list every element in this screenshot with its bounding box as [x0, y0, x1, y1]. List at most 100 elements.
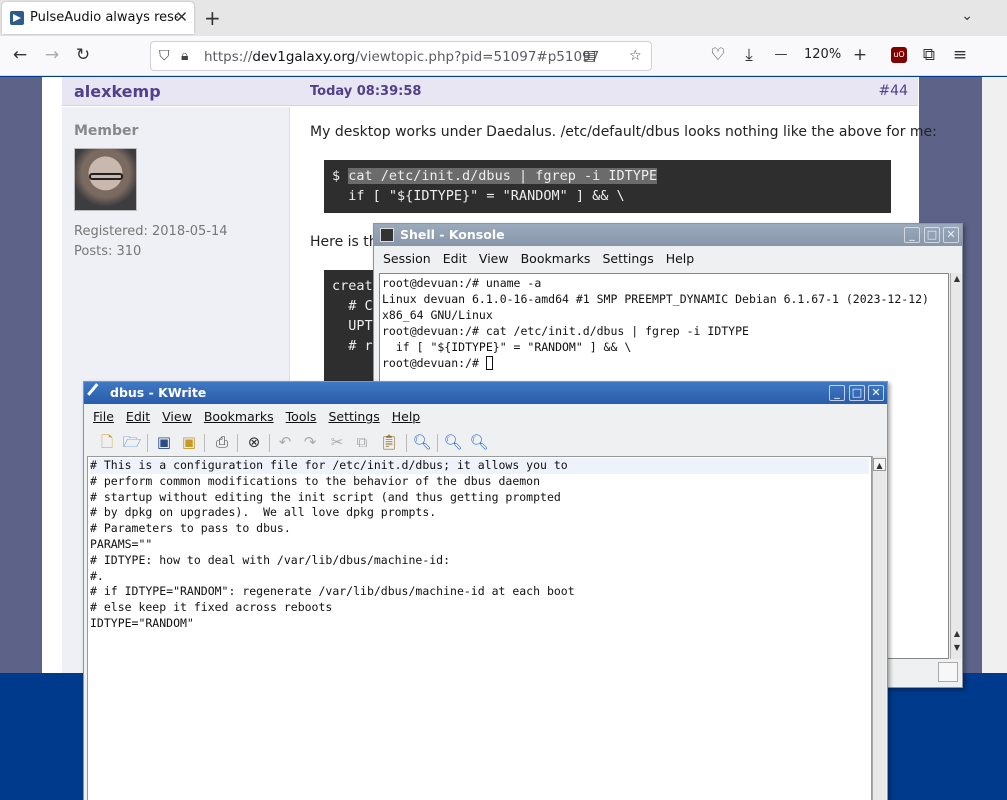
menu-edit[interactable]: Edit: [126, 409, 150, 424]
menu-settings[interactable]: Settings: [328, 409, 379, 424]
terminal-scrollbar[interactable]: ▲ ▲ ▼: [950, 273, 962, 659]
kwrite-menubar: File Edit View Bookmarks Tools Settings Help: [84, 405, 887, 427]
menu-settings[interactable]: Settings: [602, 251, 653, 266]
text-editor[interactable]: # This is a configuration file for /etc/…: [87, 456, 872, 800]
reader-view-icon[interactable]: ▤: [583, 48, 596, 64]
editor-line: PARAMS="": [90, 536, 153, 551]
terminal-resize-icon[interactable]: [938, 662, 958, 682]
konsole-titlebar[interactable]: Shell - Konsole _ □ ✕: [374, 224, 962, 246]
toolbar-separator: [269, 434, 270, 452]
menu-bookmarks[interactable]: Bookmarks: [204, 409, 274, 424]
extensions-puzzle-icon[interactable]: ⧉: [918, 45, 940, 65]
scroll-up-icon[interactable]: ▲: [951, 273, 963, 285]
menu-bookmarks[interactable]: Bookmarks: [521, 251, 591, 266]
new-file-icon[interactable]: 🗋: [97, 432, 117, 452]
menu-tools[interactable]: Tools: [286, 409, 317, 424]
reload-icon[interactable]: ↻: [72, 45, 94, 65]
toolbar-separator: [237, 434, 238, 452]
bookmark-star-icon[interactable]: ☆: [629, 48, 642, 64]
menu-file[interactable]: File: [93, 409, 114, 424]
zoom-in-button[interactable]: +: [849, 45, 871, 65]
editor-line: # IDTYPE: how to deal with /var/lib/dbus…: [90, 552, 451, 567]
menu-help[interactable]: Help: [666, 251, 695, 266]
redo-icon[interactable]: ↷: [300, 432, 320, 452]
editor-line: # Parameters to pass to dbus.: [90, 521, 291, 536]
author-post-count: Posts: 310: [74, 244, 142, 259]
new-tab-button[interactable]: +: [204, 6, 221, 30]
url-bar[interactable]: ⛉ 🔒︎ https://dev1galaxy.org/viewtopic.ph…: [150, 41, 652, 71]
post-date-link[interactable]: Today 08:39:58: [310, 84, 421, 99]
zoom-out-button[interactable]: —: [770, 47, 792, 62]
terminal-icon[interactable]: [380, 228, 394, 242]
terminal-line: root@devuan:/# uname -a: [382, 276, 542, 290]
copy-icon[interactable]: ⧉: [352, 432, 372, 452]
tab-strip: PulseAudio always resets ✕ + ⌄: [0, 0, 1007, 36]
undo-icon[interactable]: ↶: [275, 432, 295, 452]
zoom-in-icon[interactable]: 🔍︎: [443, 432, 463, 452]
zoom-level[interactable]: 120%: [804, 47, 841, 62]
cursor: [485, 356, 493, 370]
save-icon[interactable]: ▣: [154, 432, 174, 452]
forward-arrow-icon[interactable]: →: [41, 45, 63, 65]
menu-session[interactable]: Session: [383, 251, 431, 266]
menu-edit[interactable]: Edit: [443, 251, 467, 266]
navigation-toolbar: ← → ↻ ⛉ 🔒︎ https://dev1galaxy.org/viewto…: [0, 36, 1007, 76]
ublock-origin-icon[interactable]: uO: [891, 47, 907, 63]
open-folder-icon[interactable]: 🗁: [122, 432, 142, 452]
menu-view[interactable]: View: [162, 409, 192, 424]
cut-icon[interactable]: ✂: [327, 432, 347, 452]
zoom-out-icon[interactable]: 🔍︎: [469, 432, 489, 452]
kwrite-titlebar[interactable]: dbus - KWrite _ □ ✕: [84, 382, 887, 404]
scroll-up-icon[interactable]: ▲: [951, 628, 963, 640]
pocket-icon[interactable]: ♡: [707, 45, 729, 65]
editor-line: # if IDTYPE="RANDOM": regenerate /var/li…: [90, 584, 575, 599]
post-author-link[interactable]: alexkemp: [74, 82, 161, 101]
toolbar-separator: [147, 434, 148, 452]
editor-line: # This is a configuration file for /etc/…: [90, 458, 869, 474]
terminal-prompt: root@devuan:/#: [382, 356, 486, 370]
scroll-down-icon[interactable]: ▼: [951, 642, 963, 654]
editor-line: # perform common modifications to the be…: [90, 473, 541, 488]
editor-line: # startup without editing the init scrip…: [90, 489, 561, 504]
code-selected-command: cat /etc/init.d/dbus | fgrep -i IDTYPE: [348, 168, 658, 184]
print-icon[interactable]: ⎙: [212, 432, 232, 452]
terminal-line: Linux devuan 6.1.0-16-amd64 #1 SMP PREEM…: [382, 292, 929, 306]
close-tab-icon[interactable]: ✕: [175, 8, 188, 26]
editor-scrollbar[interactable]: ▲: [872, 456, 886, 800]
close-document-icon[interactable]: ⊗: [244, 432, 264, 452]
editor-line: #.: [90, 568, 104, 583]
toolbar-separator: [437, 434, 438, 452]
code-prompt: $: [332, 168, 349, 184]
paste-icon[interactable]: 📋︎: [379, 432, 399, 452]
back-arrow-icon[interactable]: ←: [9, 45, 31, 65]
find-icon[interactable]: 🔍︎: [412, 432, 432, 452]
code-line: if [ "${IDTYPE}" = "RANDOM" ] && \: [332, 188, 625, 204]
menu-help[interactable]: Help: [392, 409, 421, 424]
maximize-icon[interactable]: □: [849, 385, 865, 401]
hamburger-menu-icon[interactable]: ≡: [949, 45, 971, 65]
page-scrollbar[interactable]: [982, 77, 1007, 673]
url-text[interactable]: https://dev1galaxy.org/viewtopic.php?pid…: [204, 49, 599, 65]
tracking-shield-icon[interactable]: ⛉: [159, 48, 170, 64]
post-number-link[interactable]: #44: [878, 83, 908, 99]
minimize-icon[interactable]: _: [904, 227, 920, 243]
kwrite-toolbar: 🗋 🗁 ▣ ▣ ⎙ ⊗ ↶ ↷ ✂ ⧉ 📋︎ 🔍︎ 🔍︎ 🔍︎: [84, 430, 887, 456]
list-all-tabs-icon[interactable]: ⌄: [961, 8, 973, 24]
editor-line: IDTYPE="RANDOM": [90, 615, 194, 630]
lock-icon[interactable]: 🔒︎: [181, 48, 188, 64]
maximize-icon[interactable]: □: [924, 227, 940, 243]
downloads-icon[interactable]: ⤓: [738, 45, 760, 65]
kwrite-app-icon[interactable]: [87, 383, 107, 403]
close-icon[interactable]: ✕: [943, 227, 959, 243]
close-icon[interactable]: ✕: [868, 385, 884, 401]
terminal-line: x86_64 GNU/Linux: [382, 308, 493, 322]
browser-tab[interactable]: PulseAudio always resets ✕: [2, 2, 194, 34]
minimize-icon[interactable]: _: [829, 385, 845, 401]
code-block: $ cat /etc/init.d/dbus | fgrep -i IDTYPE…: [324, 160, 891, 213]
editor-line: # by dpkg on upgrades). We all love dpkg…: [90, 505, 437, 520]
avatar: [74, 148, 137, 211]
menu-view[interactable]: View: [479, 251, 509, 266]
post-header: alexkemp Today 08:39:58 #44: [62, 77, 918, 106]
scroll-up-icon[interactable]: ▲: [873, 458, 886, 471]
save-as-icon[interactable]: ▣: [179, 432, 199, 452]
